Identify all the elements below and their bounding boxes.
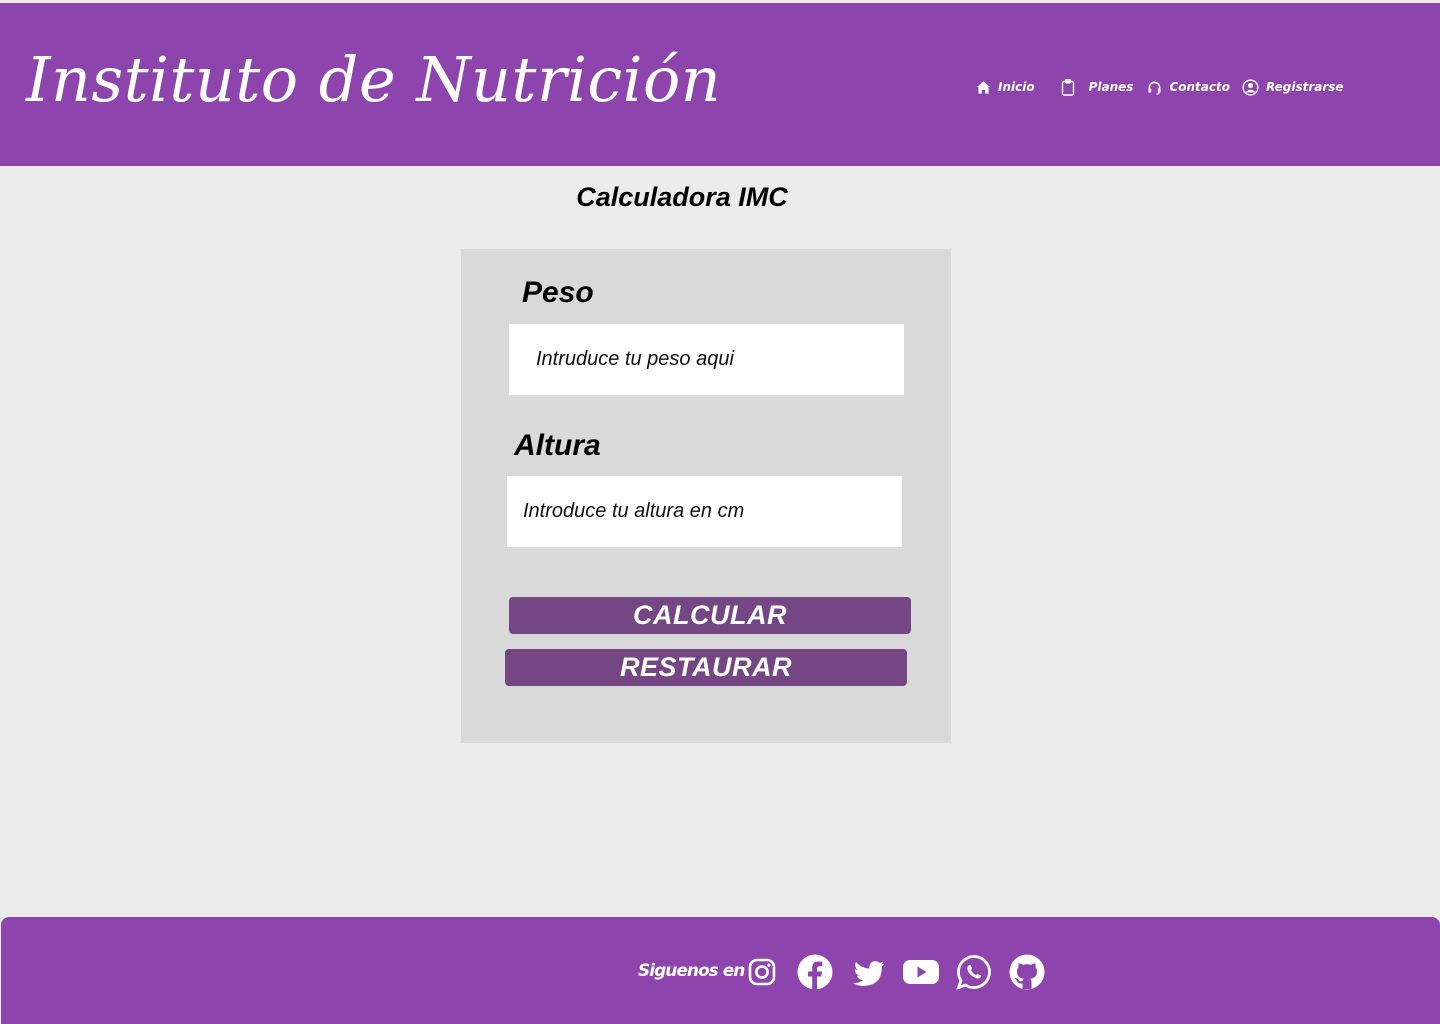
site-footer: Siguenos en (1, 917, 1440, 1024)
nav-item-inicio[interactable]: Inicio (976, 80, 1035, 95)
page-title: Calculadora IMC (576, 182, 788, 212)
site-logo[interactable]: Instituto de Nutrición (26, 43, 721, 116)
instagram-icon[interactable] (743, 953, 781, 991)
nav-label-contacto: Contacto (1169, 80, 1230, 94)
nav-item-planes[interactable]: Planes (1061, 78, 1134, 96)
altura-input[interactable] (507, 476, 902, 547)
user-circle-icon (1242, 78, 1259, 96)
page: Instituto de Nutrición Inicio Planes Con… (0, 0, 1440, 1024)
follow-label: Siguenos en (638, 961, 745, 981)
home-icon (976, 80, 991, 95)
peso-input[interactable] (509, 324, 904, 395)
youtube-icon[interactable] (902, 953, 940, 991)
peso-label: Peso (522, 276, 594, 309)
twitter-icon[interactable] (849, 953, 887, 991)
headset-icon (1147, 80, 1162, 95)
clipboard-icon (1061, 78, 1075, 96)
altura-label: Altura (514, 429, 601, 462)
imc-form-card: Peso Altura CALCULAR RESTAURAR (461, 249, 951, 743)
nav-item-contacto[interactable]: Contacto (1147, 80, 1230, 95)
nav-label-registrarse: Registrarse (1265, 80, 1344, 94)
nav-label-planes: Planes (1088, 80, 1134, 94)
whatsapp-icon[interactable] (955, 953, 993, 991)
calcular-button[interactable]: CALCULAR (509, 597, 911, 634)
main-nav: Inicio Planes Contacto Registrarse (976, 77, 1344, 97)
nav-item-registrarse[interactable]: Registrarse (1242, 78, 1344, 96)
restaurar-button[interactable]: RESTAURAR (505, 649, 907, 686)
github-icon[interactable] (1008, 953, 1046, 991)
nav-label-inicio: Inicio (998, 80, 1035, 94)
facebook-icon[interactable] (796, 953, 834, 991)
site-header: Instituto de Nutrición Inicio Planes Con… (0, 3, 1440, 166)
